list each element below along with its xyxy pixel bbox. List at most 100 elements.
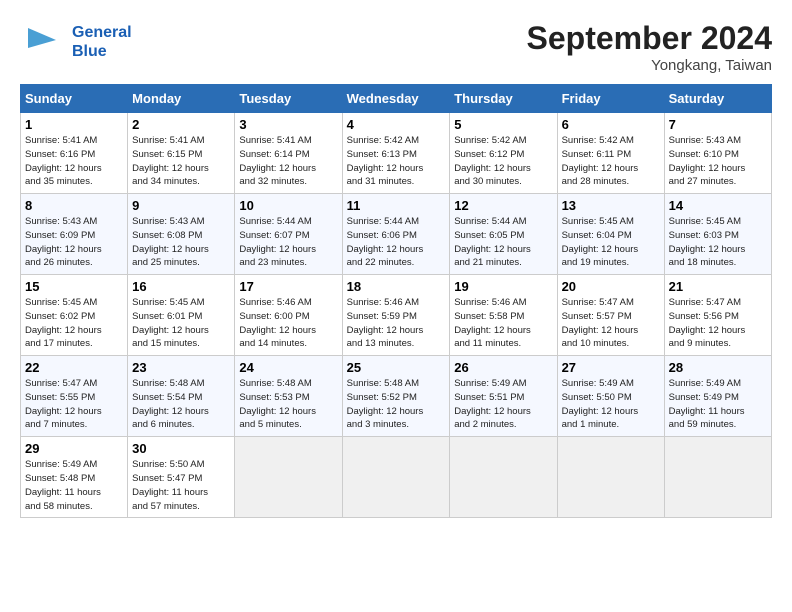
calendar-cell: 17Sunrise: 5:46 AMSunset: 6:00 PMDayligh… [235,275,342,356]
day-info: Sunrise: 5:45 AMSunset: 6:01 PMDaylight:… [132,296,230,351]
calendar-cell [450,437,557,518]
calendar-cell: 1Sunrise: 5:41 AMSunset: 6:16 PMDaylight… [21,113,128,194]
day-info: Sunrise: 5:44 AMSunset: 6:06 PMDaylight:… [347,215,446,270]
day-number: 18 [347,279,446,294]
calendar-cell: 21Sunrise: 5:47 AMSunset: 5:56 PMDayligh… [664,275,771,356]
weekday-header-sunday: Sunday [21,85,128,113]
day-number: 29 [25,441,123,456]
day-info: Sunrise: 5:45 AMSunset: 6:02 PMDaylight:… [25,296,123,351]
calendar-cell [342,437,450,518]
weekday-header-friday: Friday [557,85,664,113]
day-info: Sunrise: 5:48 AMSunset: 5:52 PMDaylight:… [347,377,446,432]
day-number: 15 [25,279,123,294]
day-info: Sunrise: 5:44 AMSunset: 6:07 PMDaylight:… [239,215,337,270]
day-info: Sunrise: 5:46 AMSunset: 5:59 PMDaylight:… [347,296,446,351]
calendar-cell: 3 Sunrise: 5:41 AMSunset: 6:14 PMDaylight… [235,113,342,194]
day-number: 27 [562,360,660,375]
day-info: Sunrise: 5:43 AMSunset: 6:09 PMDaylight:… [25,215,123,270]
day-number: 8 [25,198,123,213]
calendar-cell: 5 Sunrise: 5:42 AMSunset: 6:12 PMDaylight… [450,113,557,194]
day-number: 28 [669,360,767,375]
calendar-cell: 30 Sunrise: 5:50 AMSunset: 5:47 PMDayligh… [128,437,235,518]
calendar-cell: 4 Sunrise: 5:42 AMSunset: 6:13 PMDaylight… [342,113,450,194]
weekday-header-monday: Monday [128,85,235,113]
month-title: September 2024 [527,20,772,57]
day-number: 22 [25,360,123,375]
calendar-cell [557,437,664,518]
day-number: 11 [347,198,446,213]
calendar-cell: 11 Sunrise: 5:44 AMSunset: 6:06 PMDayligh… [342,194,450,275]
calendar-row: 8 Sunrise: 5:43 AMSunset: 6:09 PMDaylight… [21,194,772,275]
day-number: 17 [239,279,337,294]
day-info: Sunrise: 5:50 AMSunset: 5:47 PMDaylight:… [132,458,230,513]
day-number: 16 [132,279,230,294]
day-number: 14 [669,198,767,213]
day-number: 7 [669,117,767,132]
day-info: Sunrise: 5:47 AMSunset: 5:55 PMDaylight:… [25,377,123,432]
calendar-cell: 15 Sunrise: 5:45 AMSunset: 6:02 PMDayligh… [21,275,128,356]
day-number: 3 [239,117,337,132]
day-info: Sunrise: 5:42 AMSunset: 6:12 PMDaylight:… [454,134,552,189]
day-info: Sunrise: 5:48 AMSunset: 5:54 PMDaylight:… [132,377,230,432]
calendar-cell: 25Sunrise: 5:48 AMSunset: 5:52 PMDayligh… [342,356,450,437]
calendar-cell: 7 Sunrise: 5:43 AMSunset: 6:10 PMDaylight… [664,113,771,194]
day-info: Sunrise: 5:49 AMSunset: 5:51 PMDaylight:… [454,377,552,432]
day-number: 20 [562,279,660,294]
logo-general: General [72,23,132,42]
day-info: Sunrise: 5:49 AMSunset: 5:49 PMDaylight:… [669,377,767,432]
day-number: 30 [132,441,230,456]
calendar-cell: 20 Sunrise: 5:47 AMSunset: 5:57 PMDayligh… [557,275,664,356]
title-block: September 2024 Yongkang, Taiwan [527,20,772,74]
calendar-cell: 27 Sunrise: 5:49 AMSunset: 5:50 PMDayligh… [557,356,664,437]
day-number: 24 [239,360,337,375]
day-number: 5 [454,117,552,132]
calendar-cell: 19 Sunrise: 5:46 AMSunset: 5:58 PMDayligh… [450,275,557,356]
logo-blue: Blue [72,42,132,61]
day-info: Sunrise: 5:41 AMSunset: 6:14 PMDaylight:… [239,134,337,189]
calendar-cell: 8 Sunrise: 5:43 AMSunset: 6:09 PMDaylight… [21,194,128,275]
calendar-cell: 28 Sunrise: 5:49 AMSunset: 5:49 PMDayligh… [664,356,771,437]
day-number: 21 [669,279,767,294]
day-number: 19 [454,279,552,294]
day-info: Sunrise: 5:46 AMSunset: 5:58 PMDaylight:… [454,296,552,351]
page-header: GeneralBlue September 2024 Yongkang, Tai… [20,20,772,74]
calendar-cell [664,437,771,518]
calendar-cell [235,437,342,518]
calendar-row: 29Sunrise: 5:49 AMSunset: 5:48 PMDayligh… [21,437,772,518]
calendar-cell: 12 Sunrise: 5:44 AMSunset: 6:05 PMDayligh… [450,194,557,275]
day-info: Sunrise: 5:43 AMSunset: 6:08 PMDaylight:… [132,215,230,270]
calendar-cell: 10Sunrise: 5:44 AMSunset: 6:07 PMDayligh… [235,194,342,275]
day-info: Sunrise: 5:42 AMSunset: 6:13 PMDaylight:… [347,134,446,189]
calendar-row: 1Sunrise: 5:41 AMSunset: 6:16 PMDaylight… [21,113,772,194]
day-info: Sunrise: 5:43 AMSunset: 6:10 PMDaylight:… [669,134,767,189]
calendar-cell: 22 Sunrise: 5:47 AMSunset: 5:55 PMDayligh… [21,356,128,437]
day-info: Sunrise: 5:45 AMSunset: 6:04 PMDaylight:… [562,215,660,270]
calendar-cell: 6Sunrise: 5:42 AMSunset: 6:11 PMDaylight… [557,113,664,194]
day-info: Sunrise: 5:41 AMSunset: 6:15 PMDaylight:… [132,134,230,189]
weekday-header-saturday: Saturday [664,85,771,113]
calendar-cell: 26 Sunrise: 5:49 AMSunset: 5:51 PMDayligh… [450,356,557,437]
day-number: 26 [454,360,552,375]
calendar-cell: 9 Sunrise: 5:43 AMSunset: 6:08 PMDaylight… [128,194,235,275]
day-number: 9 [132,198,230,213]
day-number: 4 [347,117,446,132]
calendar-cell: 2Sunrise: 5:41 AMSunset: 6:15 PMDaylight… [128,113,235,194]
logo-icon [20,20,64,64]
day-info: Sunrise: 5:45 AMSunset: 6:03 PMDaylight:… [669,215,767,270]
weekday-header-thursday: Thursday [450,85,557,113]
calendar-table: SundayMondayTuesdayWednesdayThursdayFrid… [20,84,772,518]
day-info: Sunrise: 5:48 AMSunset: 5:53 PMDaylight:… [239,377,337,432]
day-number: 12 [454,198,552,213]
day-info: Sunrise: 5:44 AMSunset: 6:05 PMDaylight:… [454,215,552,270]
day-info: Sunrise: 5:49 AMSunset: 5:50 PMDaylight:… [562,377,660,432]
calendar-cell: 23Sunrise: 5:48 AMSunset: 5:54 PMDayligh… [128,356,235,437]
calendar-cell: 16 Sunrise: 5:45 AMSunset: 6:01 PMDayligh… [128,275,235,356]
weekday-header-row: SundayMondayTuesdayWednesdayThursdayFrid… [21,85,772,113]
calendar-cell: 18 Sunrise: 5:46 AMSunset: 5:59 PMDayligh… [342,275,450,356]
calendar-row: 15 Sunrise: 5:45 AMSunset: 6:02 PMDayligh… [21,275,772,356]
location: Yongkang, Taiwan [527,57,772,74]
calendar-cell: 14 Sunrise: 5:45 AMSunset: 6:03 PMDayligh… [664,194,771,275]
day-info: Sunrise: 5:41 AMSunset: 6:16 PMDaylight:… [25,134,123,189]
day-info: Sunrise: 5:47 AMSunset: 5:57 PMDaylight:… [562,296,660,351]
day-info: Sunrise: 5:42 AMSunset: 6:11 PMDaylight:… [562,134,660,189]
